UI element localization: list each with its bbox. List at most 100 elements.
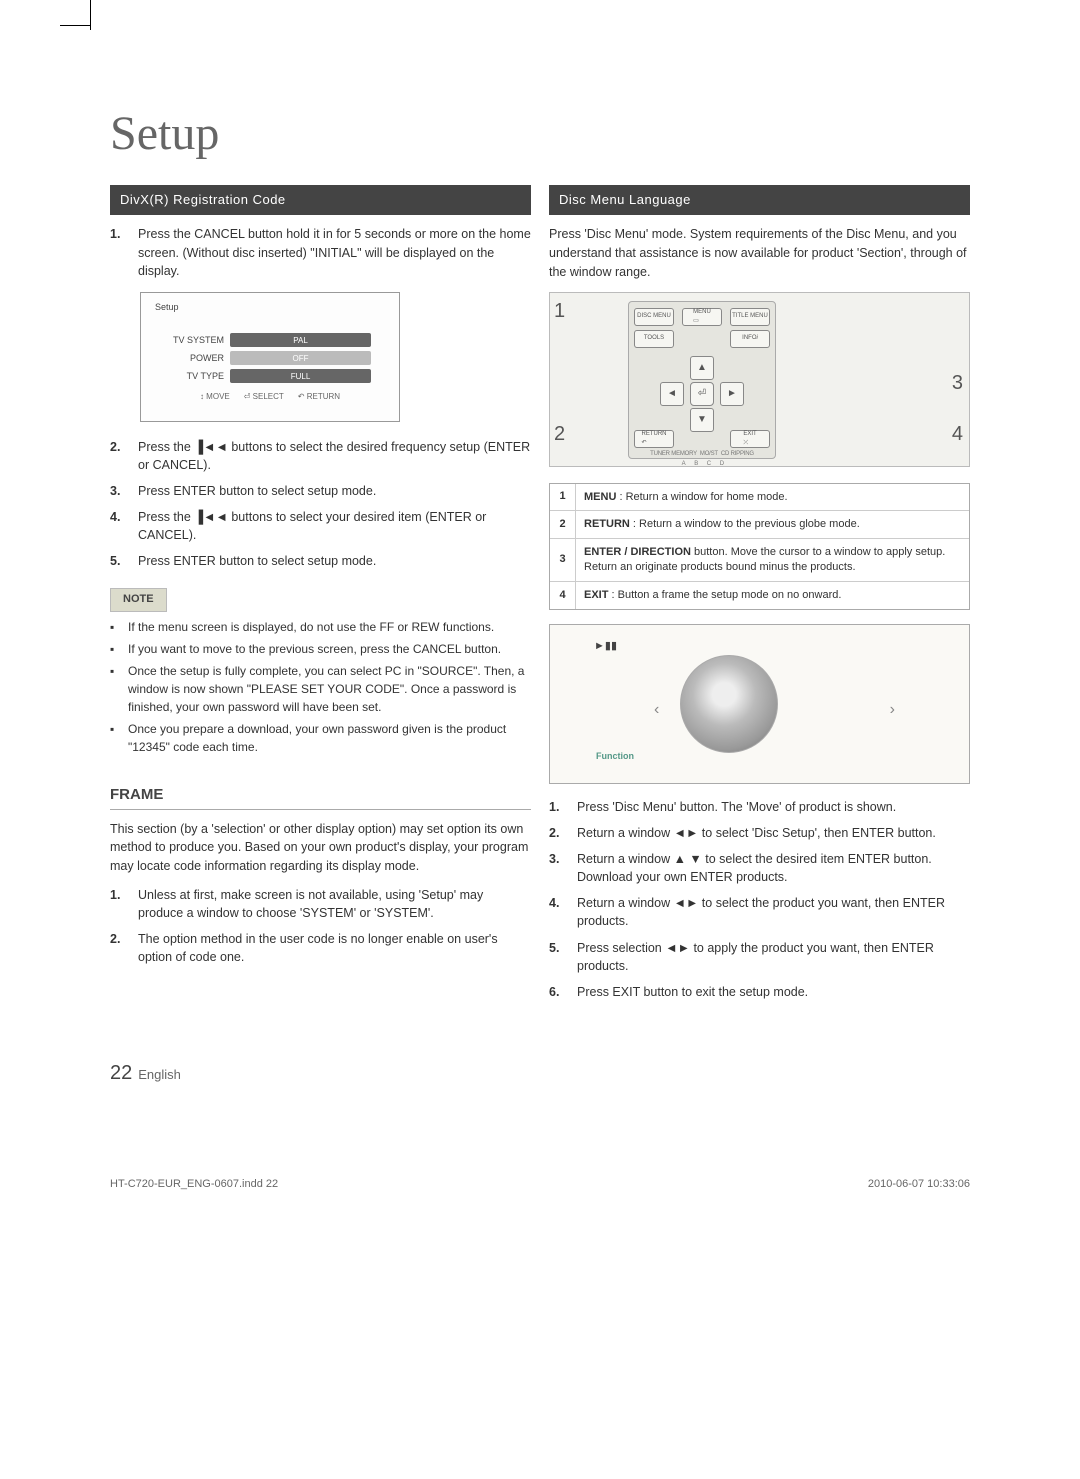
table-cell-num: 2 xyxy=(550,511,576,538)
note-label: NOTE xyxy=(110,588,167,611)
osd-row-label: POWER xyxy=(169,352,224,365)
note-item: If you want to move to the previous scre… xyxy=(128,640,501,658)
dpad-enter-icon: ⏎ xyxy=(690,382,714,406)
callout-4: 4 xyxy=(952,420,963,448)
page: Setup DivX(R) Registration Code 1. Press… xyxy=(0,40,1080,1232)
frame-steps: 1.Unless at first, make screen is not av… xyxy=(110,886,531,967)
right-step-2: 2.Return a window ◄► to select 'Disc Set… xyxy=(549,824,970,842)
menu-button: MENU▭ xyxy=(682,308,722,326)
osd-title: Setup xyxy=(149,301,391,314)
step-text: Return a window ◄► to select 'Disc Setup… xyxy=(577,824,936,842)
disc-figure: ►▮▮ ‹ › Function xyxy=(549,624,970,784)
osd-footer-hint: ↶ RETURN xyxy=(298,391,340,402)
osd-footer-hint: ↕ MOVE xyxy=(200,391,230,402)
exit-button: EXIT⤫ xyxy=(730,430,770,448)
info-button: INFOi xyxy=(730,330,770,348)
osd-screenshot: Setup TV SYSTEM PAL POWER OFF TV TYPE FU… xyxy=(140,292,400,422)
play-pause-icon: ►▮▮ xyxy=(594,639,617,654)
table-cell-label: ENTER / DIRECTION xyxy=(584,546,691,558)
right-step-1: 1.Press 'Disc Menu' button. The 'Move' o… xyxy=(549,798,970,816)
note-list: ▪If the menu screen is displayed, do not… xyxy=(110,618,531,756)
disc-function-label: Function xyxy=(586,748,644,765)
note-item: If the menu screen is displayed, do not … xyxy=(128,618,494,636)
callout-2: 2 xyxy=(554,420,565,448)
note-item: Once you prepare a download, your own pa… xyxy=(128,720,531,756)
dpad-down-icon: ▼ xyxy=(690,408,714,432)
note-box: NOTE ▪If the menu screen is displayed, d… xyxy=(110,588,531,755)
right-step-4: 4.Return a window ◄► to select the produ… xyxy=(549,894,970,930)
callout-3: 3 xyxy=(952,369,963,397)
callout-1: 1 xyxy=(554,297,565,325)
right-intro: Press 'Disc Menu' mode. System requireme… xyxy=(549,225,970,281)
step-number: 1. xyxy=(110,225,128,279)
osd-row-value: PAL xyxy=(230,333,371,347)
table-cell-label: MENU xyxy=(584,491,616,503)
page-title: Setup xyxy=(110,100,970,167)
table-cell-num: 4 xyxy=(550,582,576,609)
chevron-left-icon: ‹ xyxy=(654,699,659,721)
remote-abcd-row: A B C D xyxy=(629,460,775,468)
step-text: Press EXIT button to exit the setup mode… xyxy=(577,983,808,1001)
step-number: 3. xyxy=(110,482,128,500)
title-menu-button: TITLE MENU xyxy=(730,308,770,326)
page-language: English xyxy=(138,1067,181,1082)
frame-step-text: The option method in the user code is no… xyxy=(138,930,531,966)
right-step-3: 3.Return a window ▲ ▼ to select the desi… xyxy=(549,850,970,886)
table-cell-text: Return a window for home mode. xyxy=(626,491,788,503)
step-text: Return a window ▲ ▼ to select the desire… xyxy=(577,850,970,886)
table-cell-text: Button a frame the setup mode on no onwa… xyxy=(618,589,842,601)
remote-diagram: 1 2 3 4 DISC MENU MENU▭ TITLE MENU TOOLS… xyxy=(549,292,970,467)
step-number: 2. xyxy=(110,438,128,474)
step-text: Return a window ◄► to select the product… xyxy=(577,894,970,930)
remote-body: DISC MENU MENU▭ TITLE MENU TOOLS INFOi ▲… xyxy=(628,301,776,459)
step-number: 4. xyxy=(110,508,128,544)
step-text: Press ENTER button to select setup mode. xyxy=(138,482,376,500)
print-footer: HT-C720-EUR_ENG-0607.indd 22 2010-06-07 … xyxy=(110,1177,970,1192)
step-5: 5. Press ENTER button to select setup mo… xyxy=(110,552,531,570)
table-cell-num: 3 xyxy=(550,539,576,581)
table-cell-text: Return a window to the previous globe mo… xyxy=(639,518,860,530)
dpad-right-icon: ► xyxy=(720,382,744,406)
note-item: Once the setup is fully complete, you ca… xyxy=(128,662,531,716)
osd-row-label: TV TYPE xyxy=(169,370,224,383)
page-number: 22English xyxy=(110,1059,970,1087)
remote-small-labels: TUNER MEMORY MO/ST CD RIPPING xyxy=(629,450,775,458)
step-text: Press 'Disc Menu' button. The 'Move' of … xyxy=(577,798,896,816)
step-text: Press the ▐◄◄ buttons to select the desi… xyxy=(138,438,531,474)
step-text: Press the CANCEL button hold it in for 5… xyxy=(138,225,531,279)
section-header-left: DivX(R) Registration Code xyxy=(110,185,531,215)
footer-timestamp: 2010-06-07 10:33:06 xyxy=(868,1177,970,1192)
step-3: 3. Press ENTER button to select setup mo… xyxy=(110,482,531,500)
frame-body: This section (by a 'selection' or other … xyxy=(110,820,531,876)
osd-footer-hint: ⏎ SELECT xyxy=(244,391,284,402)
table-cell-label: EXIT xyxy=(584,589,608,601)
right-step-5: 5.Press selection ◄► to apply the produc… xyxy=(549,939,970,975)
footer-file: HT-C720-EUR_ENG-0607.indd 22 xyxy=(110,1177,278,1192)
right-step-6: 6.Press EXIT button to exit the setup mo… xyxy=(549,983,970,1001)
step-1: 1. Press the CANCEL button hold it in fo… xyxy=(110,225,531,279)
subsection-frame: FRAME xyxy=(110,784,531,810)
return-button: RETURN↶ xyxy=(634,430,674,448)
disc-menu-button: DISC MENU xyxy=(634,308,674,326)
osd-row-label: TV SYSTEM xyxy=(169,334,224,347)
main-columns: DivX(R) Registration Code 1. Press the C… xyxy=(110,185,970,1009)
dpad-up-icon: ▲ xyxy=(690,356,714,380)
tools-button: TOOLS xyxy=(634,330,674,348)
disc-icon xyxy=(680,655,778,753)
osd-row-value: OFF xyxy=(230,351,371,365)
step-2: 2. Press the ▐◄◄ buttons to select the d… xyxy=(110,438,531,474)
table-cell-label: RETURN xyxy=(584,518,630,530)
step-4: 4. Press the ▐◄◄ buttons to select your … xyxy=(110,508,531,544)
frame-step-text: Unless at first, make screen is not avai… xyxy=(138,886,531,922)
column-left: DivX(R) Registration Code 1. Press the C… xyxy=(110,185,531,1009)
chevron-right-icon: › xyxy=(890,699,895,721)
osd-row-value: FULL xyxy=(230,369,371,383)
step-text: Press ENTER button to select setup mode. xyxy=(138,552,376,570)
step-number: 5. xyxy=(110,552,128,570)
callout-table: 1 MENU : Return a window for home mode. … xyxy=(549,483,970,610)
crop-marks xyxy=(0,0,1080,40)
step-text: Press the ▐◄◄ buttons to select your des… xyxy=(138,508,531,544)
column-right: Disc Menu Language Press 'Disc Menu' mod… xyxy=(549,185,970,1009)
step-text: Press selection ◄► to apply the product … xyxy=(577,939,970,975)
section-header-right: Disc Menu Language xyxy=(549,185,970,215)
